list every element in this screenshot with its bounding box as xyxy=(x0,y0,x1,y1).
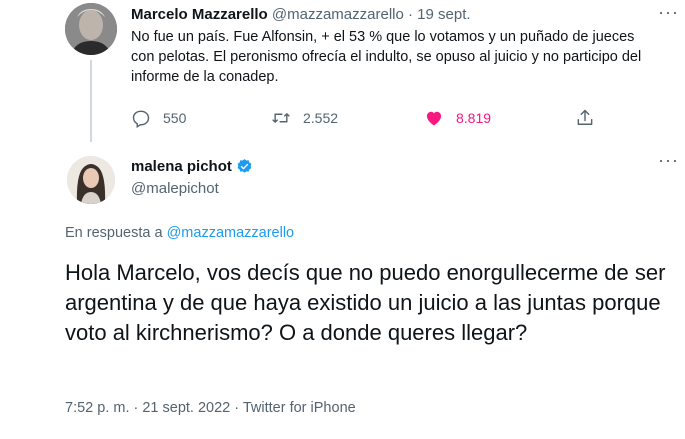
header-separator: · xyxy=(408,6,413,23)
reply-count: 550 xyxy=(163,110,187,126)
reply-button[interactable]: 550 xyxy=(131,106,186,130)
parent-author-name[interactable]: Marcelo Mazzarello xyxy=(131,6,268,23)
verified-badge-icon xyxy=(237,159,252,173)
parent-tweet-text: No fue un país. Fue Alfonsin, + el 53 % … xyxy=(131,29,642,85)
reply-context: En respuesta a @mazzamazzarello xyxy=(65,225,294,241)
main-author-handle[interactable]: @malepichot xyxy=(131,180,219,197)
retweet-count: 2.552 xyxy=(303,110,339,126)
tweet-timestamp[interactable]: 7:52 p. m. · 21 sept. 2022 · Twitter for… xyxy=(65,400,356,416)
share-icon xyxy=(577,109,593,125)
parent-tweet[interactable]: Marcelo Mazzarello @mazzamazzarello · 19… xyxy=(0,0,685,142)
reply-to-handle-link[interactable]: @mazzamazzarello xyxy=(167,225,295,241)
parent-tweet-actions: 550 2.552 8.819 xyxy=(131,106,601,130)
main-author-name[interactable]: malena pichot xyxy=(131,158,232,175)
thread-line xyxy=(90,60,92,142)
like-button[interactable]: 8.819 xyxy=(424,106,491,130)
main-author-avatar[interactable] xyxy=(67,156,115,204)
share-button[interactable] xyxy=(575,106,595,130)
parent-author-avatar[interactable] xyxy=(65,3,117,55)
parent-tweet-header: Marcelo Mazzarello @mazzamazzarello · 19… xyxy=(131,6,471,24)
parent-author-handle[interactable]: @mazzamazzarello xyxy=(272,6,404,23)
main-tweet-text: Hola Marcelo, vos decís que no puedo eno… xyxy=(65,260,666,345)
reply-icon xyxy=(132,110,150,128)
main-author-name-row: malena pichot xyxy=(131,158,253,175)
reply-prefix: En respuesta a xyxy=(65,225,163,241)
more-horizontal-icon[interactable]: ··· xyxy=(658,2,679,23)
retweet-icon xyxy=(272,113,290,123)
like-count: 8.819 xyxy=(456,110,492,126)
parent-tweet-date[interactable]: 19 sept. xyxy=(417,6,470,23)
heart-filled-icon xyxy=(426,111,442,126)
retweet-button[interactable]: 2.552 xyxy=(271,106,338,130)
more-horizontal-icon[interactable]: ··· xyxy=(658,150,679,171)
